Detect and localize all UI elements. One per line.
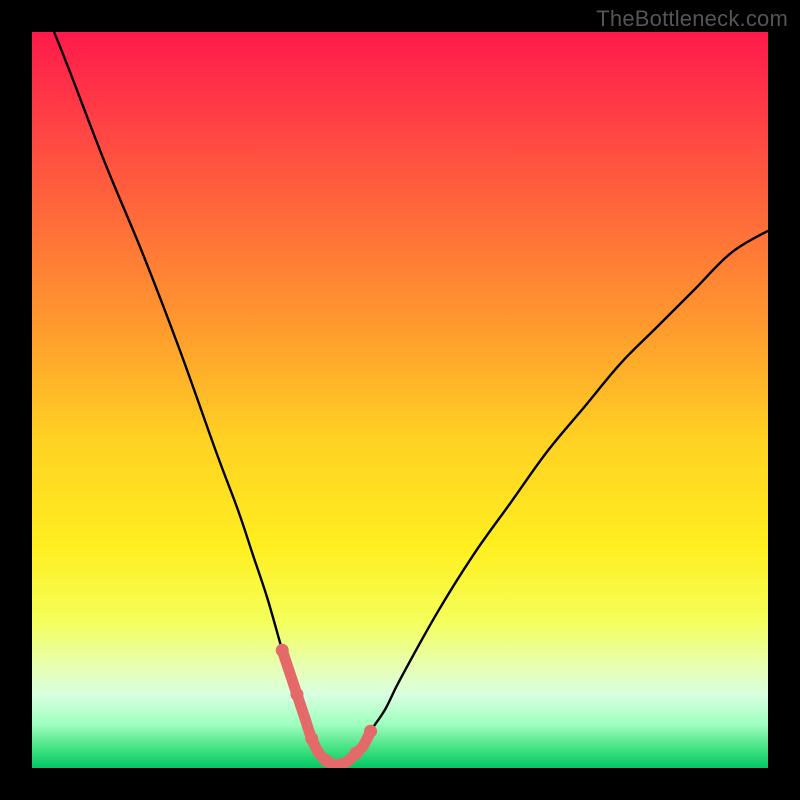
highlight-dot — [290, 688, 303, 701]
watermark-text: TheBottleneck.com — [596, 6, 788, 32]
highlight-dot — [305, 732, 318, 745]
plot-area — [32, 32, 768, 768]
chart-frame: TheBottleneck.com — [0, 0, 800, 800]
chart-svg — [32, 32, 768, 768]
highlight-dot — [320, 754, 333, 767]
highlight-dot — [364, 725, 377, 738]
highlight-dot — [349, 747, 362, 760]
highlight-dot — [276, 644, 289, 657]
gradient-background — [32, 32, 768, 768]
